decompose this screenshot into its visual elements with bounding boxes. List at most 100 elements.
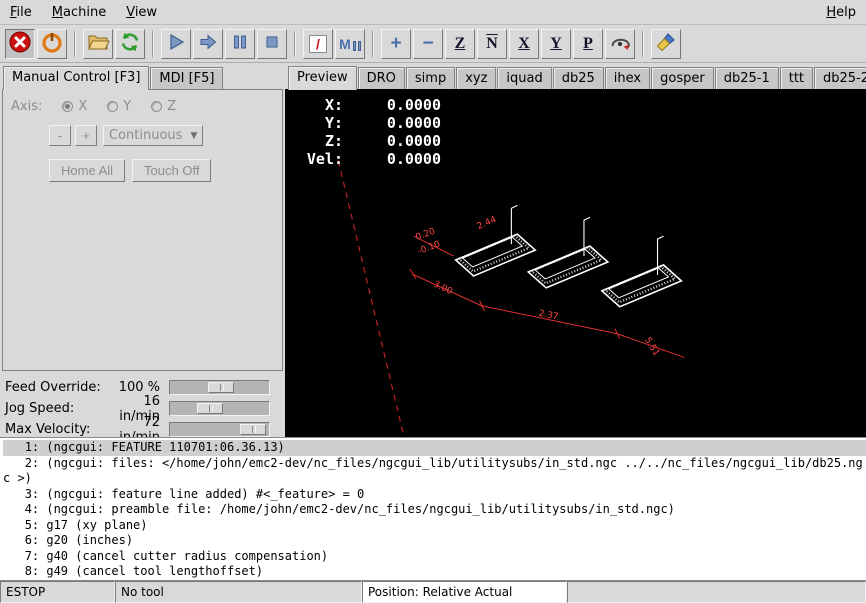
preview-canvas[interactable]: 2.44 0.20 -0.10 3.00 2.37 5.51 X:0.0000 … bbox=[285, 89, 866, 437]
left-tabbar: Manual Control [F3] MDI [F5] bbox=[0, 65, 285, 89]
tab-manual-control[interactable]: Manual Control [F3] bbox=[3, 66, 149, 90]
toolbar-separator bbox=[74, 31, 76, 57]
open-file-button[interactable] bbox=[83, 29, 113, 59]
tab-simp[interactable]: simp bbox=[406, 67, 455, 89]
coord-label-vel: Vel: bbox=[295, 150, 343, 168]
part-outline bbox=[456, 205, 536, 276]
zoom-out-icon: − bbox=[422, 34, 433, 53]
tab-ihex[interactable]: ihex bbox=[605, 67, 650, 89]
dimension-label: 2.37 bbox=[538, 309, 559, 323]
view-front-button[interactable]: Y bbox=[541, 29, 571, 59]
main-area: Manual Control [F3] MDI [F5] Axis: X Y bbox=[0, 63, 866, 437]
coord-value-y: 0.0000 bbox=[343, 114, 441, 132]
slider-handle[interactable] bbox=[240, 424, 266, 435]
override-sliders: Feed Override: 100 % Jog Speed: 16 in/mi… bbox=[0, 371, 285, 440]
zoom-in-icon: + bbox=[390, 34, 401, 53]
status-machine-state: ESTOP bbox=[0, 581, 115, 603]
axis-radio-y[interactable]: Y bbox=[107, 99, 131, 114]
tab-dro[interactable]: DRO bbox=[358, 67, 405, 89]
tab-ttt[interactable]: ttt bbox=[780, 67, 813, 89]
coord-label-y: Y: bbox=[295, 114, 343, 132]
jog-minus-button[interactable]: - bbox=[49, 125, 71, 146]
coord-value-vel: 0.0000 bbox=[343, 150, 441, 168]
view-rotated-top-button[interactable]: N bbox=[477, 29, 507, 59]
tab-iquad[interactable]: iquad bbox=[497, 67, 551, 89]
jog-plus-button[interactable]: + bbox=[75, 125, 97, 146]
tab-xyz[interactable]: xyz bbox=[456, 67, 496, 89]
dimension-label: 3.00 bbox=[432, 280, 455, 298]
coord-label-z: Z: bbox=[295, 132, 343, 150]
reload-file-button[interactable] bbox=[115, 29, 145, 59]
view-top-button[interactable]: Z bbox=[445, 29, 475, 59]
gcode-line[interactable]: 4: (ngcgui: preamble file: /home/john/em… bbox=[3, 502, 866, 518]
tab-db25-2[interactable]: db25-2 bbox=[814, 67, 866, 89]
jog-speed-slider[interactable] bbox=[169, 401, 270, 416]
part-outline bbox=[602, 236, 682, 307]
zoom-out-button[interactable]: − bbox=[413, 29, 443, 59]
slider-handle[interactable] bbox=[208, 382, 234, 393]
statusbar: ESTOP No tool Position: Relative Actual bbox=[0, 581, 866, 603]
view-perspective-button[interactable]: P bbox=[573, 29, 603, 59]
tab-mdi[interactable]: MDI [F5] bbox=[150, 67, 223, 89]
radio-icon bbox=[151, 101, 162, 112]
step-button[interactable] bbox=[193, 29, 223, 59]
axis-x-label: X bbox=[78, 99, 87, 114]
gcode-line[interactable]: 6: g20 (inches) bbox=[3, 533, 866, 549]
view-top-z-icon: Z bbox=[455, 35, 466, 53]
feed-override-slider[interactable] bbox=[169, 380, 270, 395]
menu-file[interactable]: File bbox=[8, 3, 34, 22]
axis-radio-x[interactable]: X bbox=[62, 99, 87, 114]
jog-speed-label: Jog Speed: bbox=[5, 401, 103, 416]
toolbar-separator bbox=[372, 31, 374, 57]
touch-off-button[interactable]: Touch Off bbox=[132, 159, 211, 182]
pause-button[interactable] bbox=[225, 29, 255, 59]
chevron-down-icon: ▼ bbox=[190, 131, 197, 141]
machine-power-button[interactable] bbox=[37, 29, 67, 59]
run-icon bbox=[165, 31, 187, 56]
home-all-button[interactable]: Home All bbox=[49, 159, 125, 182]
estop-icon bbox=[8, 30, 32, 57]
gcode-line[interactable]: 7: g40 (cancel cutter radius compensatio… bbox=[3, 549, 866, 565]
gcode-line[interactable]: 3: (ngcgui: feature line added) #<_featu… bbox=[3, 487, 866, 503]
menu-machine[interactable]: Machine bbox=[50, 3, 108, 22]
max-velocity-slider[interactable] bbox=[169, 422, 270, 437]
coord-label-x: X: bbox=[295, 96, 343, 114]
axis-window: File Machine View Help bbox=[0, 0, 866, 603]
tab-db25[interactable]: db25 bbox=[553, 67, 604, 89]
gcode-line[interactable]: 5: g17 (xy plane) bbox=[3, 518, 866, 534]
menubar: File Machine View Help bbox=[0, 0, 866, 25]
estop-button[interactable] bbox=[5, 29, 35, 59]
rotate-icon bbox=[609, 31, 631, 56]
block-delete-button[interactable]: / bbox=[303, 29, 333, 59]
tab-preview[interactable]: Preview bbox=[288, 66, 357, 90]
rotate-view-button[interactable] bbox=[605, 29, 635, 59]
axis-radio-z[interactable]: Z bbox=[151, 99, 176, 114]
stop-button[interactable] bbox=[257, 29, 287, 59]
radio-icon bbox=[62, 101, 73, 112]
run-button[interactable] bbox=[161, 29, 191, 59]
coord-value-x: 0.0000 bbox=[343, 96, 441, 114]
tab-gosper[interactable]: gosper bbox=[651, 67, 714, 89]
gcode-line[interactable]: 2: (ngcgui: files: </home/john/emc2-dev/… bbox=[3, 456, 866, 487]
menu-view[interactable]: View bbox=[124, 3, 159, 22]
optional-pause-icon: M bbox=[339, 37, 361, 51]
axis-y-label: Y bbox=[123, 99, 131, 114]
view-perspective-p-icon: P bbox=[583, 35, 593, 53]
pause-icon bbox=[229, 31, 251, 56]
jog-mode-select[interactable]: Continuous ▼ bbox=[103, 125, 203, 146]
tab-db25-1[interactable]: db25-1 bbox=[715, 67, 779, 89]
optional-pause-button[interactable]: M bbox=[335, 29, 365, 59]
axis-label: Axis: bbox=[11, 99, 42, 114]
menu-help[interactable]: Help bbox=[824, 3, 858, 22]
clear-plot-brush-icon bbox=[655, 31, 677, 56]
gcode-line[interactable]: 1: (ngcgui: FEATURE 110701:06.36.13) bbox=[3, 440, 866, 456]
clear-plot-button[interactable] bbox=[651, 29, 681, 59]
open-folder-icon bbox=[86, 30, 110, 57]
manual-control-panel: Axis: X Y Z - + bbox=[2, 89, 283, 371]
machine-limit-line bbox=[338, 161, 404, 437]
left-column: Manual Control [F3] MDI [F5] Axis: X Y bbox=[0, 63, 285, 437]
gcode-line[interactable]: 8: g49 (cancel tool lengthoffset) bbox=[3, 564, 866, 580]
zoom-in-button[interactable]: + bbox=[381, 29, 411, 59]
slider-handle[interactable] bbox=[197, 403, 223, 414]
view-side-button[interactable]: X bbox=[509, 29, 539, 59]
